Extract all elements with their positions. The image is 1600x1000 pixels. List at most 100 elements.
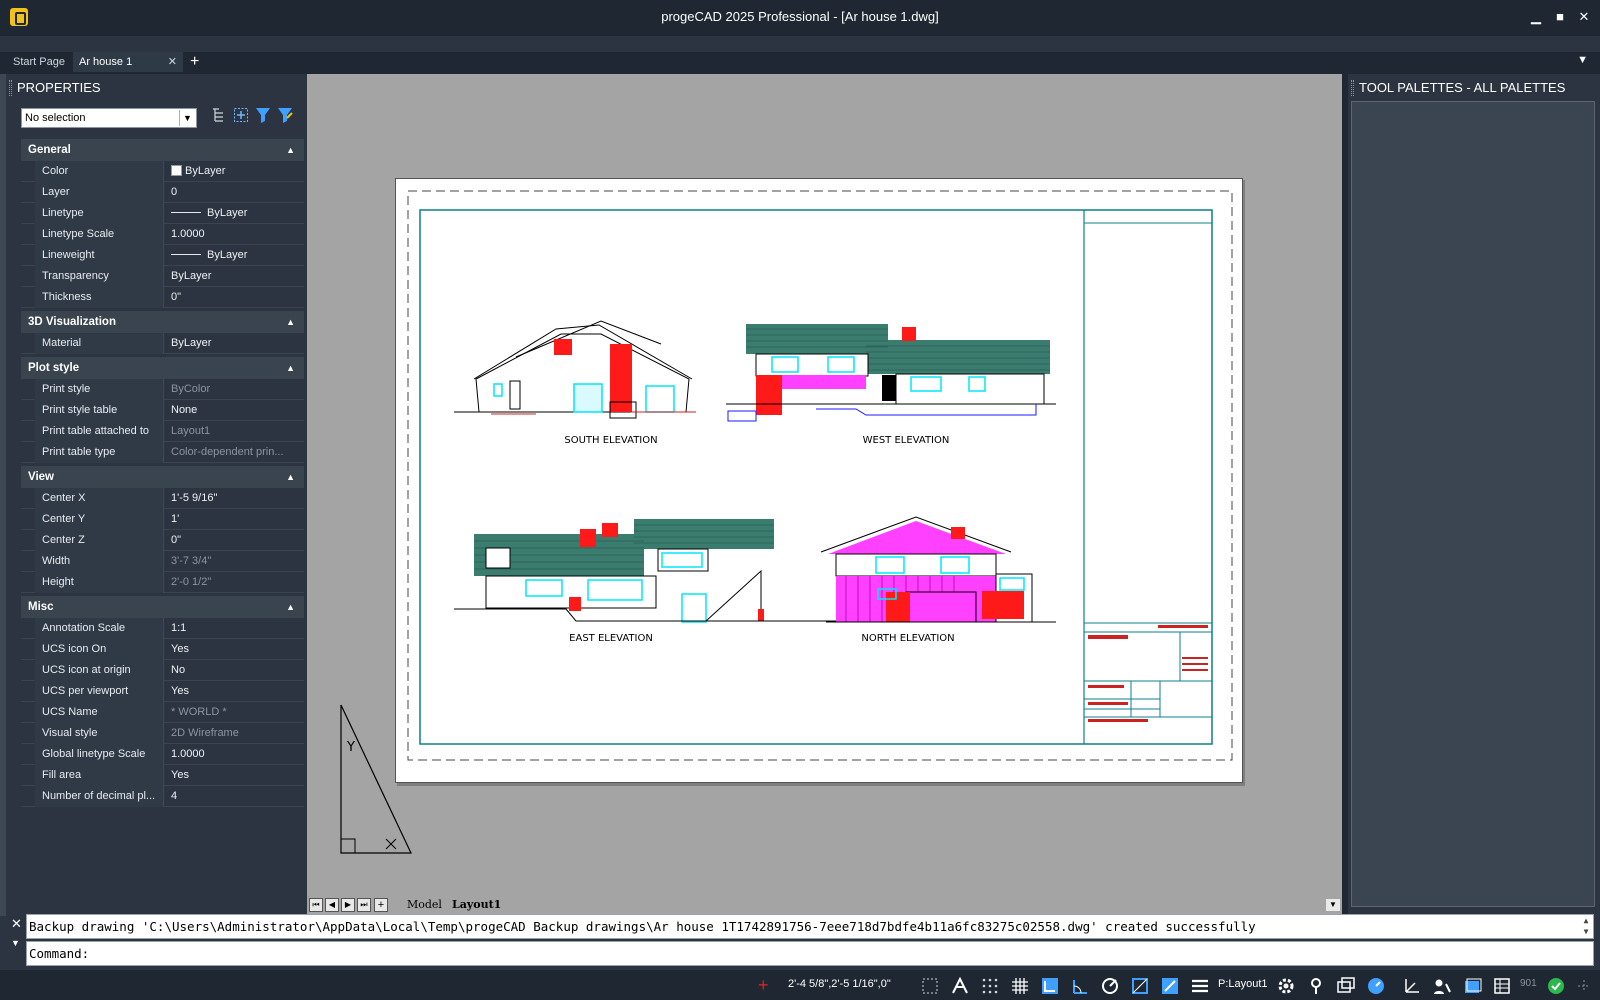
property-row-center-y[interactable]: Center Y 1' [21, 509, 304, 530]
history-scroll-icon[interactable]: ▲ ▼ [1579, 915, 1593, 938]
gear-icon[interactable] [1276, 976, 1296, 996]
collapse-arrow-icon[interactable]: ▲ [286, 357, 295, 379]
osnap-tracking-icon[interactable] [1100, 976, 1120, 996]
property-row-ucs-name[interactable]: UCS Name * WORLD * [21, 702, 304, 723]
property-row-layer[interactable]: Layer 0 [21, 182, 304, 203]
new-tab-button[interactable]: + [190, 52, 199, 72]
command-input[interactable]: Command: [26, 941, 1594, 966]
windows-icon[interactable] [1336, 976, 1356, 996]
drawing-viewport[interactable]: SOUTH ELEVATION WEST ELEVATION EAST ELEV… [307, 74, 1342, 896]
tool-palettes-body[interactable] [1351, 101, 1595, 907]
property-row-width[interactable]: Width 3'-7 3/4" [21, 551, 304, 572]
category-general[interactable]: General ▲ [21, 139, 304, 161]
add-layout-icon[interactable]: + [374, 898, 388, 912]
tab-start-page[interactable]: Start Page [7, 52, 71, 72]
ortho-icon[interactable] [1040, 976, 1060, 996]
property-row-center-z[interactable]: Center Z 0" [21, 530, 304, 551]
property-value[interactable]: ByLayer [165, 245, 304, 266]
next-tab-icon[interactable]: ▶ [341, 898, 355, 912]
command-menu-icon[interactable]: ▼ [11, 938, 20, 948]
object-snap-icon[interactable] [1130, 976, 1150, 996]
property-value[interactable]: 2D Wireframe [165, 723, 304, 744]
panel-grip-icon[interactable] [9, 80, 12, 96]
last-tab-icon[interactable]: ⏭ [357, 898, 371, 912]
property-row-lineweight[interactable]: Lineweight ByLayer [21, 245, 304, 266]
command-close-icon[interactable]: ✕ [11, 916, 22, 932]
quick-select-icon[interactable] [254, 106, 272, 124]
property-value[interactable]: 2'-0 1/2" [165, 572, 304, 593]
property-value[interactable]: 3'-7 3/4" [165, 551, 304, 572]
property-row-color[interactable]: Color ByLayer [21, 161, 304, 182]
select-objects-icon[interactable] [232, 106, 250, 124]
category-3d-visualization[interactable]: 3D Visualization ▲ [21, 311, 304, 333]
property-row-linetype-scale[interactable]: Linetype Scale 1.0000 [21, 224, 304, 245]
collapse-arrow-icon[interactable]: ▲ [286, 311, 295, 333]
collapse-arrow-icon[interactable]: ▲ [286, 139, 295, 161]
location-icon[interactable] [1306, 976, 1326, 996]
collapse-arrow-icon[interactable]: ▲ [286, 466, 295, 488]
layout-paper[interactable]: SOUTH ELEVATION WEST ELEVATION EAST ELEV… [395, 178, 1243, 783]
property-row-center-x[interactable]: Center X 1'-5 9/16" [21, 488, 304, 509]
property-row-ucs-icon-on[interactable]: UCS icon On Yes [21, 639, 304, 660]
property-row-ucs-per-viewport[interactable]: UCS per viewport Yes [21, 681, 304, 702]
filter-icon[interactable] [276, 106, 294, 124]
property-row-visual-style[interactable]: Visual style 2D Wireframe [21, 723, 304, 744]
property-value[interactable]: 0" [165, 530, 304, 551]
tab-model[interactable]: Model [407, 896, 442, 914]
property-value[interactable]: Yes [165, 639, 304, 660]
tab-ar-house-1[interactable]: Ar house 1 ✕ [73, 52, 183, 72]
property-value[interactable]: 1:1 [165, 618, 304, 639]
property-value[interactable]: 1.0000 [165, 224, 304, 245]
property-value[interactable]: 1.0000 [165, 744, 304, 765]
property-row-fill-area[interactable]: Fill area Yes [21, 765, 304, 786]
property-value[interactable]: 0 [165, 182, 304, 203]
status-menu-icon[interactable] [1574, 976, 1594, 996]
tab-close-icon[interactable]: ✕ [168, 52, 177, 72]
polar-icon[interactable] [1070, 976, 1090, 996]
lineweight-icon[interactable] [1190, 976, 1210, 996]
property-row-print-style-table[interactable]: Print style table None [21, 400, 304, 421]
property-value[interactable]: Yes [165, 765, 304, 786]
property-value[interactable]: 0" [165, 287, 304, 308]
property-row-print-style[interactable]: Print style ByColor [21, 379, 304, 400]
space-indicator[interactable]: P:Layout1 [1218, 978, 1268, 990]
property-value[interactable]: ByColor [165, 379, 304, 400]
ucs-status-icon[interactable] [1402, 976, 1422, 996]
property-value[interactable]: ByLayer [165, 266, 304, 287]
tab-menu-dropdown-icon[interactable]: ▼ [1577, 54, 1588, 66]
performance-icon[interactable] [1366, 976, 1386, 996]
model-space-icon[interactable] [920, 976, 940, 996]
property-row-transparency[interactable]: Transparency ByLayer [21, 266, 304, 287]
category-view[interactable]: View ▲ [21, 466, 304, 488]
property-value[interactable]: 4 [165, 786, 304, 807]
property-value[interactable]: 1' [165, 509, 304, 530]
property-row-linetype[interactable]: Linetype ByLayer [21, 203, 304, 224]
property-value[interactable]: None [165, 400, 304, 421]
property-row-global-linetype-scale[interactable]: Global linetype Scale 1.0000 [21, 744, 304, 765]
property-value[interactable]: 1'-5 9/16" [165, 488, 304, 509]
user-settings-icon[interactable] [1432, 976, 1452, 996]
property-value[interactable]: ByLayer [165, 333, 304, 354]
collapse-arrow-icon[interactable]: ▲ [286, 596, 295, 618]
toggle-pickadd-icon[interactable] [210, 106, 228, 124]
clean-screen-icon[interactable] [1462, 976, 1482, 996]
coordinate-readout[interactable]: 2'-4 5/8",2'-5 1/16",0" [788, 978, 891, 990]
category-plot-style[interactable]: Plot style ▲ [21, 357, 304, 379]
property-value[interactable]: ByLayer [165, 203, 304, 224]
table-icon[interactable] [1492, 976, 1512, 996]
minimize-button[interactable]: ▁ [1526, 9, 1546, 25]
property-value[interactable]: Yes [165, 681, 304, 702]
check-ok-icon[interactable] [1546, 976, 1566, 996]
property-row-height[interactable]: Height 2'-0 1/2" [21, 572, 304, 593]
property-row-annotation-scale[interactable]: Annotation Scale 1:1 [21, 618, 304, 639]
dynamic-input-icon[interactable] [1160, 976, 1180, 996]
property-value[interactable]: No [165, 660, 304, 681]
property-row-thickness[interactable]: Thickness 0" [21, 287, 304, 308]
palette-grip-icon[interactable] [1351, 80, 1354, 96]
property-row-print-table-attached-to[interactable]: Print table attached to Layout1 [21, 421, 304, 442]
first-tab-icon[interactable]: ⏮ [309, 898, 323, 912]
category-misc[interactable]: Misc ▲ [21, 596, 304, 618]
property-row-print-table-type[interactable]: Print table type Color-dependent prin... [21, 442, 304, 463]
property-value[interactable]: Layout1 [165, 421, 304, 442]
dot-grid-icon[interactable] [980, 976, 1000, 996]
